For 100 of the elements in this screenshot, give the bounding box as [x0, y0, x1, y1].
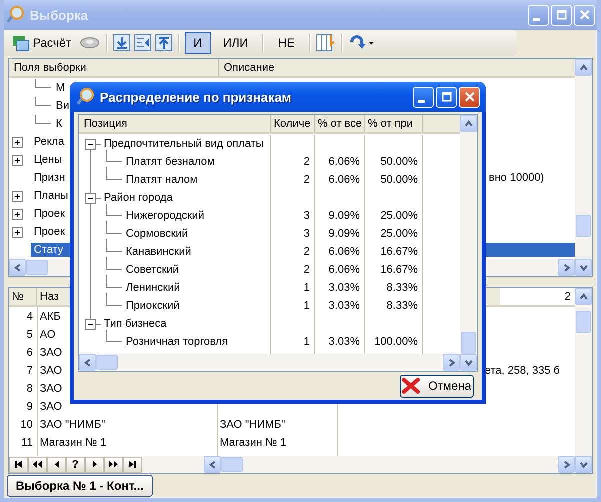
tree-item[interactable]: Платят налом [126, 174, 198, 186]
column-header[interactable]: Поля выборки [9, 59, 219, 76]
close-button[interactable] [574, 4, 595, 26]
tree-item[interactable]: Ви [53, 99, 72, 113]
maximize-button[interactable] [551, 4, 572, 26]
percent-cell: 9.09% [328, 228, 360, 240]
logic-toggle[interactable]: И [184, 32, 212, 54]
upload-icon[interactable] [154, 34, 173, 52]
calculate-button[interactable]: Расчёт [8, 32, 76, 54]
maximize-button[interactable] [436, 86, 457, 108]
first-record-button[interactable] [9, 456, 28, 472]
scroll-thumb[interactable] [96, 355, 118, 370]
expand-icon[interactable] [12, 208, 23, 220]
logic-toggle[interactable]: ИЛИ [214, 32, 258, 54]
tree-item[interactable]: Предпочтительный вид оплаты [104, 138, 266, 150]
table-cell: Магазин № 1 [220, 437, 286, 449]
tree-item[interactable]: Проек [31, 207, 68, 221]
table-cell: ЗАО [40, 383, 62, 395]
scroll-right-button[interactable] [443, 354, 460, 371]
expand-icon[interactable] [12, 226, 23, 238]
download-icon[interactable] [112, 34, 131, 52]
collapse-icon[interactable] [85, 318, 96, 330]
tree-item[interactable]: Проек [31, 225, 68, 239]
tree-item[interactable]: Канавинский [126, 246, 192, 258]
scroll-up-button[interactable] [575, 288, 592, 305]
expand-icon[interactable] [12, 154, 23, 166]
column-header[interactable]: № [9, 288, 37, 305]
tree-item[interactable]: Рекла [31, 135, 68, 149]
close-icon [464, 92, 474, 102]
scroll-up-button[interactable] [460, 115, 477, 132]
tree-item[interactable]: Сормовский [126, 228, 188, 240]
page-forward-button[interactable] [104, 456, 123, 472]
scroll-thumb[interactable] [576, 215, 591, 237]
expand-icon[interactable] [12, 136, 23, 148]
table-cell: ЗАО "НИМБ" [40, 419, 106, 431]
tree-item[interactable]: Нижегородский [126, 210, 204, 222]
percent-cell: 8.33% [386, 282, 418, 294]
table-cell: АКБ [40, 311, 61, 323]
scroll-up-button[interactable] [575, 59, 592, 76]
scroll-down-button[interactable] [460, 354, 477, 371]
scroll-right-button[interactable] [558, 456, 575, 473]
expand-icon[interactable] [12, 190, 23, 202]
tree-item[interactable]: К [53, 117, 66, 131]
tree-item[interactable]: Район города [104, 192, 175, 204]
minimize-icon [533, 18, 540, 20]
previous-record-button[interactable] [47, 456, 66, 472]
close-button[interactable] [459, 86, 480, 108]
last-icon [128, 460, 137, 469]
logic-toggle[interactable]: НЕ [269, 32, 304, 54]
scroll-thumb[interactable] [461, 332, 476, 354]
tree-line [35, 97, 51, 106]
scroll-thumb[interactable] [221, 457, 243, 472]
tree-item[interactable]: Приокский [126, 300, 180, 312]
count-cell: 2 [304, 264, 310, 276]
help-button[interactable]: ? [66, 456, 85, 472]
column-header[interactable]: % от при [365, 115, 423, 132]
column-header[interactable]: Описание [219, 59, 575, 76]
columns-icon[interactable] [316, 33, 336, 53]
collapse-icon[interactable] [85, 192, 96, 204]
row-number: 7 [26, 365, 33, 377]
tree-item[interactable]: М [53, 81, 68, 95]
scroll-right-button[interactable] [558, 259, 575, 276]
next-icon [92, 460, 98, 469]
rewind-icon [32, 460, 43, 469]
scroll-thumb[interactable] [576, 311, 591, 333]
column-header[interactable]: Количе [271, 115, 315, 132]
column-header[interactable]: % от все [315, 115, 365, 132]
collapse-icon[interactable] [85, 138, 96, 150]
tree-item[interactable]: Розничная торговля [126, 336, 228, 348]
table-cell: ЗАО [40, 347, 62, 359]
scroll-down-button[interactable] [575, 456, 592, 473]
scroll-left-button[interactable] [9, 259, 26, 276]
minimize-button[interactable] [413, 86, 434, 108]
tree-item[interactable]: Ленинский [126, 282, 180, 294]
tree-item[interactable]: Призн [31, 171, 68, 185]
page-back-button[interactable] [28, 456, 47, 472]
row-number: 6 [26, 347, 33, 359]
minimize-button[interactable] [528, 4, 549, 26]
row-number: 9 [26, 401, 33, 413]
tree-item[interactable]: Платят безналом [126, 156, 215, 168]
scroll-down-button[interactable] [575, 259, 592, 276]
scroll-left-button[interactable] [79, 354, 96, 371]
percent-cell: 3.03% [328, 282, 360, 294]
tree-line [106, 293, 122, 306]
next-record-button[interactable] [85, 456, 104, 472]
tree-item[interactable]: Тип бизнеса [104, 318, 169, 330]
window-title: Распределение по признакам [100, 90, 293, 104]
table-cell: ЗАО "НИМБ" [220, 419, 286, 431]
scroll-left-button[interactable] [204, 456, 221, 473]
tree-line [106, 203, 122, 216]
tree-item[interactable]: Цены [31, 153, 66, 167]
last-record-button[interactable] [123, 456, 142, 472]
column-header[interactable]: Позиция [79, 115, 271, 132]
count-cell: 3 [304, 210, 310, 222]
tree-item[interactable]: Советский [126, 264, 180, 276]
scroll-thumb[interactable] [26, 260, 48, 275]
window-tab[interactable]: Выборка № 1 - Конт... [7, 475, 153, 497]
cancel-button[interactable]: Отмена [400, 374, 474, 398]
table-cell: ЗАО [40, 365, 62, 377]
tree-item[interactable]: Планы [31, 189, 72, 203]
